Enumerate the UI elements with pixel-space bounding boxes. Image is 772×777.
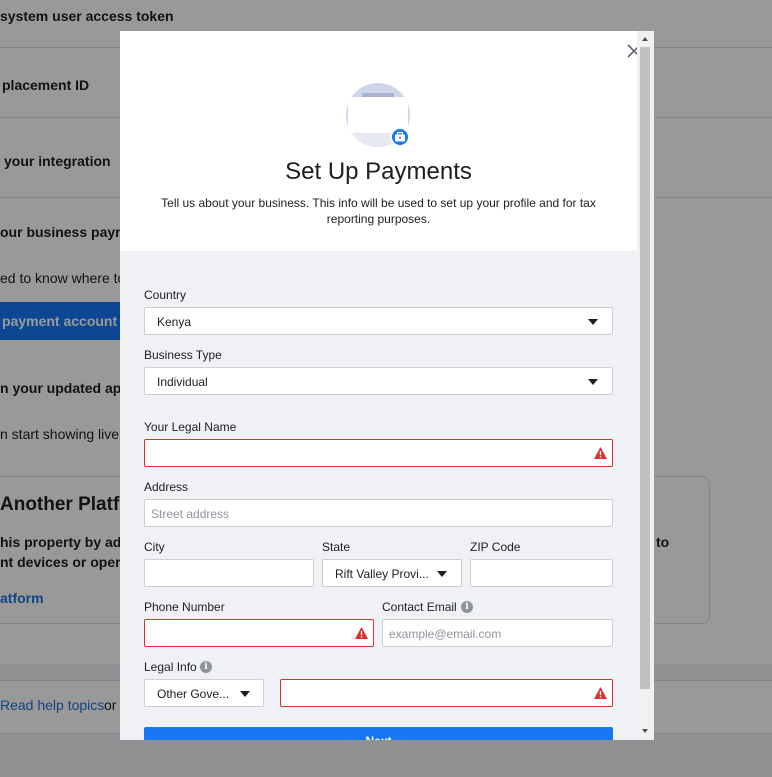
warning-icon [594,687,607,699]
phone-input[interactable] [144,619,374,647]
payment-form: Country Kenya Business Type Individual Y… [120,251,637,740]
zip-input[interactable] [470,559,613,587]
business-type-value: Individual [157,375,208,389]
set-up-payments-modal: Set Up Payments Tell us about your busin… [120,31,654,740]
next-button[interactable]: Next [144,727,613,740]
state-value: Rift Valley Provi... [335,567,429,581]
address-label: Address [144,480,189,494]
state-select[interactable]: Rift Valley Provi... [322,559,462,587]
warning-icon [594,447,607,459]
scrollbar-thumb[interactable] [640,47,650,689]
legal-info-label: Legal Info [144,660,197,674]
business-type-label: Business Type [144,348,222,362]
state-label: State [322,540,351,554]
modal-title: Set Up Payments [285,158,472,185]
business-type-select[interactable]: Individual [144,367,613,395]
address-input[interactable]: Street address [144,499,613,527]
contact-email-placeholder: example@email.com [389,627,502,641]
chevron-down-icon [588,319,598,325]
legal-info-input[interactable] [280,679,613,707]
city-input[interactable] [144,559,314,587]
warning-icon [355,627,368,639]
legal-name-label: Your Legal Name [144,420,237,434]
legal-name-input[interactable] [144,439,613,467]
scroll-up-arrow-icon[interactable] [642,37,648,41]
info-icon[interactable]: i [461,601,473,613]
modal-scrollbar[interactable] [637,31,654,740]
contact-email-label: Contact Email [382,600,457,614]
chevron-down-icon [240,691,250,697]
scroll-down-arrow-icon[interactable] [642,729,648,733]
legal-info-type-value: Other Gove... [157,687,230,701]
modal-header: Set Up Payments Tell us about your busin… [120,31,637,251]
city-label: City [144,540,165,554]
address-placeholder: Street address [151,507,230,521]
phone-label: Phone Number [144,600,225,614]
country-select[interactable]: Kenya [144,307,613,335]
contact-email-input[interactable]: example@email.com [382,619,613,647]
legal-info-type-select[interactable]: Other Gove... [144,679,264,707]
chevron-down-icon [588,379,598,385]
info-icon[interactable]: i [200,661,212,673]
country-label: Country [144,288,187,302]
modal-subtitle: Tell us about your business. This info w… [161,196,596,226]
country-value: Kenya [157,315,192,329]
briefcase-icon [390,127,410,147]
chevron-down-icon [437,571,447,577]
zip-label: ZIP Code [470,540,521,554]
